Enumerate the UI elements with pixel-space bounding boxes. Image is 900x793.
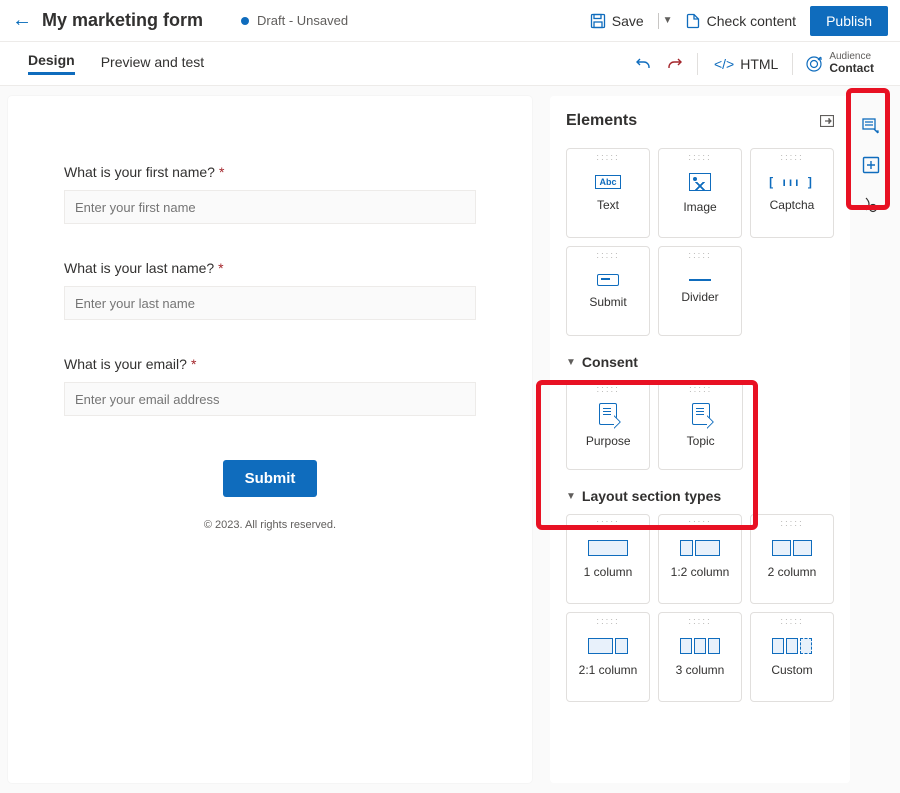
panel-title: Elements xyxy=(566,112,637,130)
form-footer: © 2023. All rights reserved. xyxy=(64,519,476,531)
purpose-icon xyxy=(599,403,617,425)
toolbar-divider xyxy=(697,53,698,75)
captcha-icon: [ ııı ] xyxy=(769,175,815,189)
form-submit-button[interactable]: Submit xyxy=(223,460,318,497)
grip-icon: ·········· xyxy=(780,618,803,626)
side-toolbar xyxy=(850,96,892,783)
status-text: Draft - Unsaved xyxy=(257,13,348,28)
grip-icon: ·········· xyxy=(689,386,712,394)
save-label: Save xyxy=(612,13,644,29)
check-label: Check content xyxy=(707,13,797,29)
grip-icon: ·········· xyxy=(688,520,711,528)
grip-icon: ·········· xyxy=(688,154,711,162)
layout-icon xyxy=(772,540,812,556)
audience-selector[interactable]: Audience Contact xyxy=(805,51,874,75)
grip-icon: ·········· xyxy=(780,520,803,528)
chevron-down-icon: ▼ xyxy=(566,357,576,368)
form-canvas[interactable]: What is your first name?* What is your l… xyxy=(8,96,532,783)
tab-design[interactable]: Design xyxy=(28,52,75,75)
tool-elements-icon[interactable] xyxy=(862,156,880,174)
element-image[interactable]: ··········Image xyxy=(658,148,742,238)
element-purpose[interactable]: ··········Purpose xyxy=(566,380,650,470)
html-button[interactable]: </> HTML xyxy=(714,56,778,72)
target-icon xyxy=(805,55,823,73)
save-button[interactable]: Save xyxy=(590,13,644,29)
code-icon: </> xyxy=(714,56,734,72)
grip-icon: ·········· xyxy=(597,386,620,394)
dock-icon[interactable] xyxy=(820,115,834,127)
field-label-firstname: What is your first name?* xyxy=(64,164,476,180)
check-content-button[interactable]: Check content xyxy=(685,13,797,29)
layout-3col[interactable]: ··········3 column xyxy=(658,612,742,702)
element-text[interactable]: ··········AbcText xyxy=(566,148,650,238)
tab-bar: Design Preview and test </> HTML Audienc… xyxy=(0,42,900,86)
check-icon xyxy=(685,13,701,29)
layout-icon xyxy=(680,540,720,556)
publish-button[interactable]: Publish xyxy=(810,6,888,36)
topic-icon xyxy=(692,403,710,425)
tool-fields-icon[interactable] xyxy=(862,118,880,134)
grip-icon: ·········· xyxy=(688,618,711,626)
field-label-lastname: What is your last name?* xyxy=(64,260,476,276)
email-field[interactable] xyxy=(64,382,476,416)
layout-icon xyxy=(772,638,812,654)
grip-icon: ·········· xyxy=(596,252,619,260)
layout-icon xyxy=(588,638,628,654)
save-icon xyxy=(590,13,606,29)
grip-icon: ·········· xyxy=(780,154,803,162)
firstname-field[interactable] xyxy=(64,190,476,224)
save-menu-chevron-icon[interactable]: ▼ xyxy=(663,15,673,26)
page-title: My marketing form xyxy=(42,10,203,31)
elements-panel: Elements ··········AbcText ··········Ima… xyxy=(550,96,850,783)
layout-custom[interactable]: ··········Custom xyxy=(750,612,834,702)
layout-icon xyxy=(680,638,720,654)
section-consent-header[interactable]: ▼Consent xyxy=(566,354,834,370)
layout-2col[interactable]: ··········2 column xyxy=(750,514,834,604)
layout-icon xyxy=(588,540,628,556)
layout-12col[interactable]: ··········1:2 column xyxy=(658,514,742,604)
element-submit[interactable]: ··········Submit xyxy=(566,246,650,336)
element-captcha[interactable]: ··········[ ııı ]Captcha xyxy=(750,148,834,238)
layout-1col[interactable]: ··········1 column xyxy=(566,514,650,604)
field-label-email: What is your email?* xyxy=(64,356,476,372)
grip-icon: ·········· xyxy=(596,618,619,626)
html-label: HTML xyxy=(740,56,778,72)
tab-preview[interactable]: Preview and test xyxy=(101,54,205,74)
tool-settings-icon[interactable] xyxy=(862,196,880,214)
back-arrow-icon[interactable]: ← xyxy=(12,9,32,32)
element-topic[interactable]: ··········Topic xyxy=(658,380,742,470)
lastname-field[interactable] xyxy=(64,286,476,320)
split-divider xyxy=(658,13,659,29)
redo-button[interactable] xyxy=(667,56,683,72)
image-icon xyxy=(689,173,711,191)
audience-value: Contact xyxy=(829,62,874,75)
submit-icon xyxy=(597,274,619,286)
grip-icon: ·········· xyxy=(688,252,711,260)
toolbar-divider-2 xyxy=(792,53,793,75)
divider-icon xyxy=(689,279,711,281)
command-bar: ← My marketing form Draft - Unsaved Save… xyxy=(0,0,900,42)
status-dot-icon xyxy=(241,17,249,25)
element-divider[interactable]: ··········Divider xyxy=(658,246,742,336)
text-icon: Abc xyxy=(595,175,620,189)
grip-icon: ·········· xyxy=(596,154,619,162)
chevron-down-icon: ▼ xyxy=(566,491,576,502)
undo-button[interactable] xyxy=(635,56,651,72)
layout-21col[interactable]: ··········2:1 column xyxy=(566,612,650,702)
section-layout-header[interactable]: ▼Layout section types xyxy=(566,488,834,504)
grip-icon: ·········· xyxy=(596,520,619,528)
